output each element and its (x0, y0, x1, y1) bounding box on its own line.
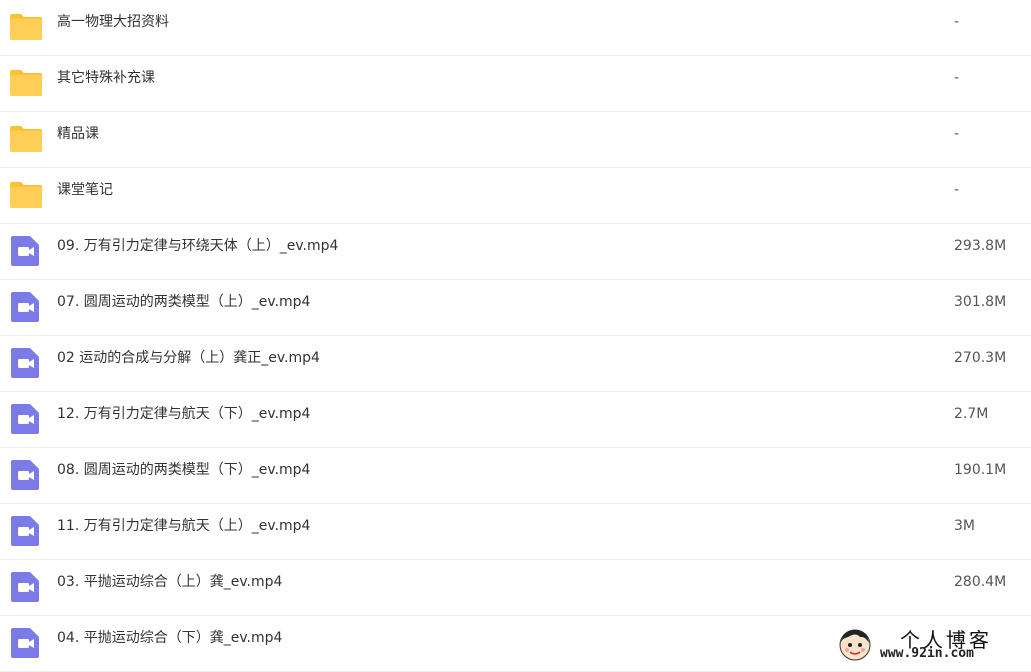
file-size: 3M (954, 518, 975, 534)
video-file-icon[interactable] (10, 515, 42, 547)
file-name[interactable]: 12. 万有引力定律与航天（下）_ev.mp4 (57, 392, 310, 437)
video-file-icon[interactable] (10, 347, 42, 379)
file-size: 301.8M (954, 294, 1007, 310)
folder-row[interactable]: 课堂笔记 - (0, 168, 1031, 224)
folder-row[interactable]: 精品课 - (0, 112, 1031, 168)
file-size: 280.4M (954, 574, 1007, 590)
file-name[interactable]: 04. 平抛运动综合（下）龚_ev.mp4 (57, 616, 282, 661)
file-size: - (954, 70, 960, 86)
file-size: 293.8M (954, 238, 1007, 254)
watermark-url: www.92in.com (880, 646, 974, 661)
file-name[interactable]: 09. 万有引力定律与环绕天体（上）_ev.mp4 (57, 224, 338, 269)
file-name[interactable]: 其它特殊补充课 (57, 56, 155, 101)
file-size: 2.7M (954, 406, 989, 422)
file-size: 190.1M (954, 462, 1007, 478)
file-row[interactable]: 08. 圆周运动的两类模型（下）_ev.mp4 190.1M (0, 448, 1031, 504)
video-file-icon[interactable] (10, 291, 42, 323)
file-name[interactable]: 11. 万有引力定律与航天（上）_ev.mp4 (57, 504, 310, 549)
file-name[interactable]: 课堂笔记 (57, 168, 113, 213)
blog-watermark: 个人博客 www.92in.com (838, 624, 1028, 666)
folder-icon[interactable] (10, 67, 42, 99)
file-name[interactable]: 07. 圆周运动的两类模型（上）_ev.mp4 (57, 280, 310, 325)
video-file-icon[interactable] (10, 571, 42, 603)
video-file-icon[interactable] (10, 403, 42, 435)
file-size: - (954, 182, 960, 198)
file-name[interactable]: 精品课 (57, 112, 99, 157)
file-size: 270.3M (954, 350, 1007, 366)
video-file-icon[interactable] (10, 235, 42, 267)
folder-icon[interactable] (10, 123, 42, 155)
video-file-icon[interactable] (10, 459, 42, 491)
file-size: - (954, 14, 960, 30)
file-list: 高一物理大招资料 - 其它特殊补充课 - 精品课 - 课堂笔记 - 09. 万有引力定律与环绕天… (0, 0, 1031, 672)
file-name[interactable]: 03. 平抛运动综合（上）龚_ev.mp4 (57, 560, 282, 605)
file-size: - (954, 126, 960, 142)
file-row[interactable]: 09. 万有引力定律与环绕天体（上）_ev.mp4 293.8M (0, 224, 1031, 280)
file-row[interactable]: 11. 万有引力定律与航天（上）_ev.mp4 3M (0, 504, 1031, 560)
file-row[interactable]: 12. 万有引力定律与航天（下）_ev.mp4 2.7M (0, 392, 1031, 448)
folder-row[interactable]: 高一物理大招资料 - (0, 0, 1031, 56)
file-row[interactable]: 02 运动的合成与分解（上）龚正_ev.mp4 270.3M (0, 336, 1031, 392)
avatar-icon (839, 629, 871, 661)
file-name[interactable]: 08. 圆周运动的两类模型（下）_ev.mp4 (57, 448, 310, 493)
folder-icon[interactable] (10, 179, 42, 211)
file-row[interactable]: 07. 圆周运动的两类模型（上）_ev.mp4 301.8M (0, 280, 1031, 336)
folder-icon[interactable] (10, 11, 42, 43)
file-row[interactable]: 03. 平抛运动综合（上）龚_ev.mp4 280.4M (0, 560, 1031, 616)
folder-row[interactable]: 其它特殊补充课 - (0, 56, 1031, 112)
file-name[interactable]: 02 运动的合成与分解（上）龚正_ev.mp4 (57, 336, 320, 381)
file-name[interactable]: 高一物理大招资料 (57, 0, 169, 45)
video-file-icon[interactable] (10, 627, 42, 659)
